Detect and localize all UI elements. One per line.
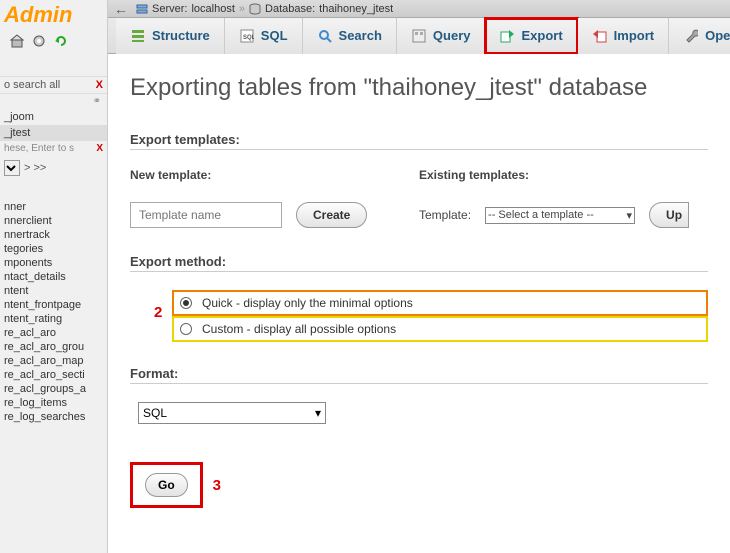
new-template-label: New template: <box>130 168 419 182</box>
table-item[interactable]: mponents <box>0 256 107 270</box>
table-item[interactable]: ntent_rating <box>0 312 107 326</box>
sidebar: Admin o search all X ⚭ _joom _jtest hese… <box>0 0 108 553</box>
tab-label: Search <box>339 28 382 43</box>
search-all-label: o search all <box>4 79 60 91</box>
sql-icon: SQL <box>239 28 255 44</box>
reload-icon[interactable] <box>52 32 70 50</box>
svg-text:SQL: SQL <box>243 35 254 41</box>
gear-icon[interactable] <box>30 32 48 50</box>
tabs: Structure SQL SQL Search Query Export Im… <box>108 18 730 54</box>
radio-custom-label: Custom - display all possible options <box>202 322 396 336</box>
home-icon[interactable] <box>8 32 26 50</box>
sidebar-search-all[interactable]: o search all X <box>0 76 107 94</box>
radio-custom[interactable]: Custom - display all possible options <box>172 316 708 342</box>
table-item[interactable]: tegories <box>0 242 107 256</box>
table-item[interactable]: nner <box>0 200 107 214</box>
chevron-down-icon: ▾ <box>627 209 633 222</box>
query-icon <box>411 28 427 44</box>
tab-label: Query <box>433 28 471 43</box>
db-search-hint: hese, Enter to s <box>4 143 74 154</box>
db-item[interactable]: _joom <box>0 109 107 125</box>
back-icon[interactable]: ← <box>114 1 128 17</box>
export-icon <box>499 28 515 44</box>
radio-quick[interactable]: Quick - display only the minimal options <box>172 290 708 316</box>
template-label: Template: <box>419 208 471 222</box>
link-icon: ⚭ <box>0 94 107 109</box>
table-item[interactable]: nnerclient <box>0 214 107 228</box>
table-item[interactable]: re_log_searches <box>0 410 107 424</box>
server-label: Server: <box>152 3 187 15</box>
radio-dot-icon <box>180 323 192 335</box>
table-item[interactable]: nnertrack <box>0 228 107 242</box>
chevron-down-icon: ▾ <box>315 406 321 420</box>
export-templates-title: Export templates: <box>130 132 708 150</box>
import-icon <box>592 28 608 44</box>
clear-icon[interactable]: X <box>96 143 103 154</box>
content: Exporting tables from "thaihoney_jtest" … <box>108 54 730 553</box>
export-method-title: Export method: <box>130 254 708 272</box>
table-list: nner nnerclient nnertrack tegories mpone… <box>0 200 107 424</box>
wrench-icon <box>683 28 699 44</box>
table-item[interactable]: re_acl_groups_a <box>0 382 107 396</box>
db-item-selected[interactable]: _jtest <box>0 125 107 141</box>
tab-operations[interactable]: Operat <box>669 18 730 54</box>
table-item[interactable]: re_acl_aro <box>0 326 107 340</box>
pager-more[interactable]: > >> <box>24 162 46 174</box>
existing-templates-label: Existing templates: <box>419 168 708 182</box>
db-value[interactable]: thaihoney_jtest <box>319 3 393 15</box>
tab-query[interactable]: Query <box>397 18 486 54</box>
clear-icon[interactable]: X <box>96 79 103 91</box>
tab-search[interactable]: Search <box>303 18 397 54</box>
sidebar-pager: > >> <box>0 156 107 180</box>
breadcrumb: ← Server: localhost » Database: thaihone… <box>108 0 730 18</box>
annotation-3: 3 <box>213 477 221 494</box>
main: ← Server: localhost » Database: thaihone… <box>108 0 730 553</box>
table-item[interactable]: re_acl_aro_secti <box>0 368 107 382</box>
app-logo: Admin <box>4 2 103 28</box>
page-select[interactable] <box>4 160 20 176</box>
search-icon <box>317 28 333 44</box>
go-button[interactable]: Go <box>145 473 188 497</box>
table-item[interactable]: re_acl_aro_grou <box>0 340 107 354</box>
format-select[interactable]: SQL ▾ <box>138 402 326 424</box>
create-button[interactable]: Create <box>296 202 367 228</box>
template-name-input[interactable] <box>130 202 282 228</box>
table-item[interactable]: ntact_details <box>0 270 107 284</box>
tab-label: Structure <box>152 28 210 43</box>
tab-label: Import <box>614 28 654 43</box>
table-item[interactable]: re_acl_aro_map <box>0 354 107 368</box>
format-title: Format: <box>130 366 708 384</box>
table-item[interactable]: ntent <box>0 284 107 298</box>
annotation-2: 2 <box>154 304 162 321</box>
tab-import[interactable]: Import <box>578 18 669 54</box>
tab-export[interactable]: Export <box>485 18 577 54</box>
table-item[interactable]: ntent_frontpage <box>0 298 107 312</box>
tab-label: Operat <box>705 28 730 43</box>
radio-quick-label: Quick - display only the minimal options <box>202 296 413 310</box>
tab-structure[interactable]: Structure <box>116 18 225 54</box>
sidebar-db-search[interactable]: hese, Enter to s X <box>0 141 107 156</box>
breadcrumb-sep: » <box>239 3 245 15</box>
tab-sql[interactable]: SQL SQL <box>225 18 303 54</box>
database-icon <box>249 3 261 15</box>
db-label: Database: <box>265 3 315 15</box>
go-highlight-box: Go <box>130 462 203 508</box>
page-title: Exporting tables from "thaihoney_jtest" … <box>130 74 708 102</box>
server-value[interactable]: localhost <box>191 3 234 15</box>
server-icon <box>136 3 148 15</box>
structure-icon <box>130 28 146 44</box>
tab-label: SQL <box>261 28 288 43</box>
radio-dot-icon <box>180 297 192 309</box>
tab-label: Export <box>521 28 562 43</box>
template-select[interactable]: -- Select a template -- ▾ <box>485 207 635 224</box>
update-button[interactable]: Up <box>649 202 689 228</box>
table-item[interactable]: re_log_items <box>0 396 107 410</box>
